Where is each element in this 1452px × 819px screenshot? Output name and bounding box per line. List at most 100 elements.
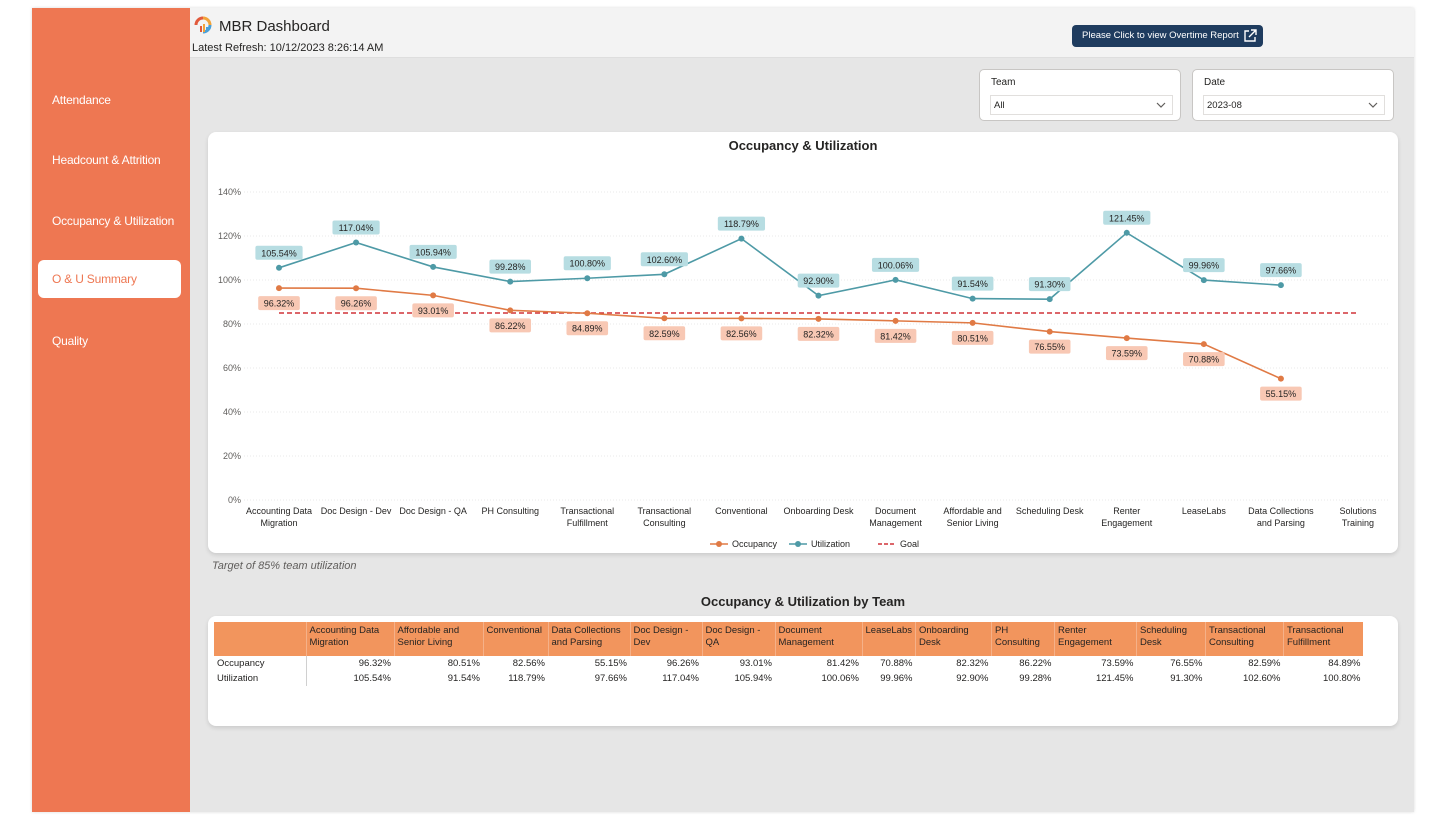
y-tick-label: 140% <box>218 187 241 197</box>
data-label: 84.89% <box>572 324 603 334</box>
x-tick-label: Renter Engagement <box>1101 506 1153 528</box>
nav-quality[interactable]: Quality <box>52 334 88 348</box>
table-cell: 82.32% <box>956 658 989 669</box>
data-label: 86.22% <box>495 321 526 331</box>
overtime-report-button[interactable]: Please Click to view Overtime Report <box>1072 25 1263 47</box>
x-tick-label: Doc Design - Dev <box>321 506 392 516</box>
chevron-down-icon <box>1156 102 1166 108</box>
y-tick-label: 60% <box>223 363 241 373</box>
legend-label: Occupancy <box>732 539 778 549</box>
table-cell: 91.54% <box>447 673 480 684</box>
nav-occupancy-utilization[interactable]: Occupancy & Utilization <box>52 214 174 228</box>
data-label: 80.51% <box>957 333 988 343</box>
data-point-occupancy <box>584 310 591 317</box>
column-header[interactable]: Data Collections and Parsing <box>547 622 630 656</box>
nav-attendance[interactable]: Attendance <box>52 93 111 107</box>
column-header[interactable]: Transactional Fulfillment <box>1282 622 1364 656</box>
table-cell: 99.28% <box>1019 673 1052 684</box>
data-point-utilization <box>430 263 437 270</box>
legend-label: Utilization <box>811 539 850 549</box>
data-label: 102.60% <box>647 255 683 265</box>
column-header[interactable]: Renter Engagement <box>1053 622 1137 656</box>
nav-ou-summary[interactable]: O & U Summary <box>38 260 181 298</box>
data-label: 100.06% <box>878 260 914 270</box>
data-point-utilization <box>815 292 822 299</box>
y-tick-label: 20% <box>223 451 241 461</box>
column-header[interactable]: Scheduling Desk <box>1135 622 1206 656</box>
app-title: MBR Dashboard <box>219 18 330 35</box>
column-header[interactable]: LeaseLabs <box>861 622 916 656</box>
team-dropdown[interactable]: All <box>990 95 1173 115</box>
table-cell: 80.51% <box>447 658 480 669</box>
x-tick-label: Document Management <box>869 506 922 528</box>
data-label: 97.66% <box>1266 266 1297 276</box>
target-footnote: Target of 85% team utilization <box>212 560 357 572</box>
column-header[interactable]: Onboarding Desk <box>914 622 992 656</box>
table-cell: 86.22% <box>1019 658 1052 669</box>
data-label: 92.90% <box>803 276 834 286</box>
series-line-utilization <box>278 231 1281 300</box>
data-label: 82.59% <box>649 329 680 339</box>
data-label: 99.28% <box>495 262 526 272</box>
table-cell: 70.88% <box>880 658 913 669</box>
date-slicer-label: Date <box>1204 77 1226 88</box>
legend-marker-occupancy <box>716 541 722 547</box>
data-label: 55.15% <box>1266 389 1297 399</box>
row-header: Utilization <box>214 671 307 686</box>
data-label: 100.80% <box>570 259 606 269</box>
team-slicer-label: Team <box>991 77 1016 88</box>
table-body: Occupancy 96.32% 80.51% 82.56% 55.15% 96.26% 9… <box>214 656 1363 686</box>
column-header[interactable]: Doc Design - QA <box>701 622 775 656</box>
column-header[interactable]: Document Management <box>774 622 862 656</box>
date-dropdown-value: 2023-08 <box>1207 100 1242 111</box>
column-header[interactable]: Affordable and Senior Living <box>393 622 483 656</box>
data-point-utilization <box>738 235 745 242</box>
x-tick-label: Solutions Training <box>1339 506 1377 528</box>
x-tick-label: LeaseLabs <box>1182 506 1227 516</box>
data-point-occupancy <box>815 315 822 322</box>
data-label: 70.88% <box>1189 355 1220 365</box>
data-point-occupancy <box>969 319 976 326</box>
y-tick-label: 100% <box>218 275 241 285</box>
data-point-occupancy <box>738 315 745 322</box>
data-point-utilization <box>276 264 282 271</box>
column-header[interactable]: Transactional Consulting <box>1204 622 1284 656</box>
column-header[interactable]: PH Consulting <box>990 622 1055 656</box>
table-cell: 93.01% <box>739 658 772 669</box>
data-point-utilization <box>507 278 514 285</box>
column-header[interactable]: Doc Design - Dev <box>629 622 702 656</box>
data-label: 82.56% <box>726 329 757 339</box>
data-label: 91.54% <box>957 279 988 289</box>
x-tick-label: Affordable and Senior Living <box>943 506 1001 528</box>
chevron-down-icon <box>1368 102 1378 108</box>
data-point-occupancy <box>1200 341 1207 348</box>
data-point-utilization <box>1277 282 1284 289</box>
table-cell: 91.30% <box>1170 673 1203 684</box>
table-cell: 55.15% <box>594 658 627 669</box>
x-tick-label: Doc Design - QA <box>399 506 467 516</box>
data-point-occupancy <box>276 285 282 292</box>
column-header[interactable]: Conventional <box>482 622 548 656</box>
table-cell: 73.59% <box>1101 658 1134 669</box>
data-point-occupancy <box>1046 328 1053 335</box>
column-header[interactable]: Accounting Data Migration <box>305 622 394 656</box>
data-point-occupancy <box>1123 335 1130 342</box>
dashboard-frame: Attendance Headcount & Attrition Occupan… <box>32 8 1414 812</box>
data-label: 93.01% <box>418 306 449 316</box>
data-label: 118.79% <box>724 219 759 229</box>
nav-headcount-attrition[interactable]: Headcount & Attrition <box>52 153 161 167</box>
data-point-occupancy <box>892 317 899 324</box>
data-label: 73.59% <box>1112 349 1143 359</box>
date-dropdown[interactable]: 2023-08 <box>1203 95 1385 115</box>
data-point-utilization <box>1123 229 1130 236</box>
table-row: Occupancy 96.32% 80.51% 82.56% 55.15% 96.26% 9… <box>214 656 1363 671</box>
table-cell: 100.06% <box>821 673 859 684</box>
legend-marker-utilization <box>795 541 801 547</box>
y-tick-label: 80% <box>223 319 241 329</box>
data-point-occupancy <box>353 285 360 292</box>
data-label: 82.32% <box>803 329 834 339</box>
data-label: 81.42% <box>880 331 911 341</box>
x-tick-label: Transactional Fulfillment <box>560 506 614 528</box>
data-label: 117.04% <box>339 223 374 233</box>
table-header-row: Accounting Data Migration Affordable and … <box>214 622 1364 656</box>
